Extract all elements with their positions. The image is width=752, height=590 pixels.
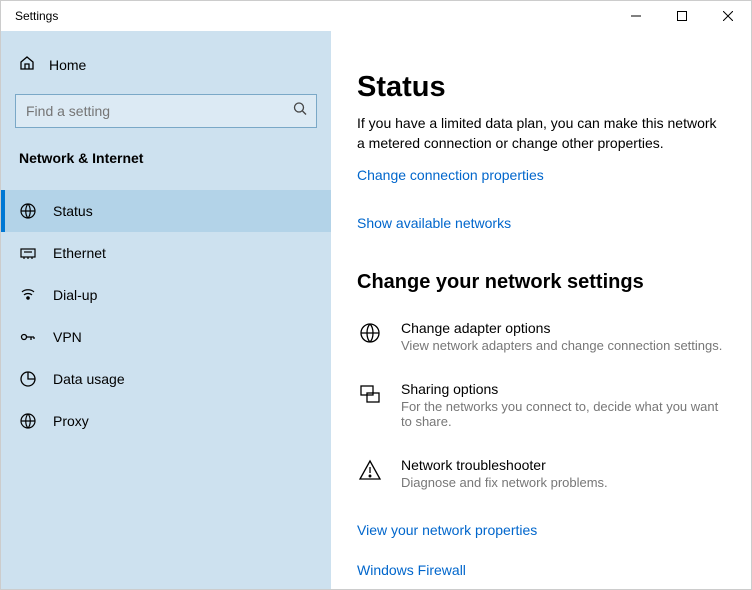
option-subtitle: Diagnose and fix network problems. xyxy=(401,475,608,490)
nav-label: VPN xyxy=(53,329,82,345)
datausage-icon xyxy=(19,370,37,388)
sidebar-nav: Status Ethernet Dial-up xyxy=(1,190,331,442)
link-show-available[interactable]: Show available networks xyxy=(357,215,511,231)
nav-label: Status xyxy=(53,203,93,219)
option-title: Network troubleshooter xyxy=(401,457,608,473)
status-icon xyxy=(19,202,37,220)
sidebar: Home Network & Internet Status xyxy=(1,31,331,589)
link-change-connection[interactable]: Change connection properties xyxy=(357,167,544,183)
vpn-icon xyxy=(19,328,37,346)
nav-label: Ethernet xyxy=(53,245,106,261)
nav-item-dialup[interactable]: Dial-up xyxy=(1,274,331,316)
proxy-icon xyxy=(19,412,37,430)
page-heading: Status xyxy=(357,71,725,104)
link-list: View your network properties Windows Fir… xyxy=(357,518,725,589)
nav-item-vpn[interactable]: VPN xyxy=(1,316,331,358)
home-button[interactable]: Home xyxy=(15,49,317,80)
nav-item-datausage[interactable]: Data usage xyxy=(1,358,331,400)
dialup-icon xyxy=(19,286,37,304)
main-panel: Status If you have a limited data plan, … xyxy=(331,31,751,589)
option-sharing[interactable]: Sharing options For the networks you con… xyxy=(357,381,725,429)
search-box[interactable] xyxy=(15,94,317,128)
search-icon xyxy=(293,102,307,121)
search-input[interactable] xyxy=(15,94,317,128)
option-title: Sharing options xyxy=(401,381,725,397)
close-button[interactable] xyxy=(705,1,751,31)
minimize-button[interactable] xyxy=(613,1,659,31)
page-description: If you have a limited data plan, you can… xyxy=(357,114,725,153)
maximize-button[interactable] xyxy=(659,1,705,31)
nav-item-ethernet[interactable]: Ethernet xyxy=(1,232,331,274)
window-controls xyxy=(613,1,751,31)
option-subtitle: For the networks you connect to, decide … xyxy=(401,399,725,429)
titlebar: Settings xyxy=(1,1,751,31)
globe-icon xyxy=(357,320,383,346)
option-troubleshooter[interactable]: Network troubleshooter Diagnose and fix … xyxy=(357,457,725,490)
sidebar-category: Network & Internet xyxy=(15,150,317,166)
nav-item-proxy[interactable]: Proxy xyxy=(1,400,331,442)
link-view-properties[interactable]: View your network properties xyxy=(357,522,725,538)
nav-item-status[interactable]: Status xyxy=(1,190,331,232)
option-title: Change adapter options xyxy=(401,320,722,336)
window-title: Settings xyxy=(15,9,58,23)
nav-label: Dial-up xyxy=(53,287,97,303)
home-label: Home xyxy=(49,57,86,73)
option-subtitle: View network adapters and change connect… xyxy=(401,338,722,353)
warning-icon xyxy=(357,457,383,483)
link-windows-firewall[interactable]: Windows Firewall xyxy=(357,562,725,578)
section-heading: Change your network settings xyxy=(357,271,725,294)
home-icon xyxy=(19,55,35,74)
ethernet-icon xyxy=(19,244,37,262)
option-adapter[interactable]: Change adapter options View network adap… xyxy=(357,320,725,353)
share-icon xyxy=(357,381,383,407)
nav-label: Proxy xyxy=(53,413,89,429)
nav-label: Data usage xyxy=(53,371,125,387)
